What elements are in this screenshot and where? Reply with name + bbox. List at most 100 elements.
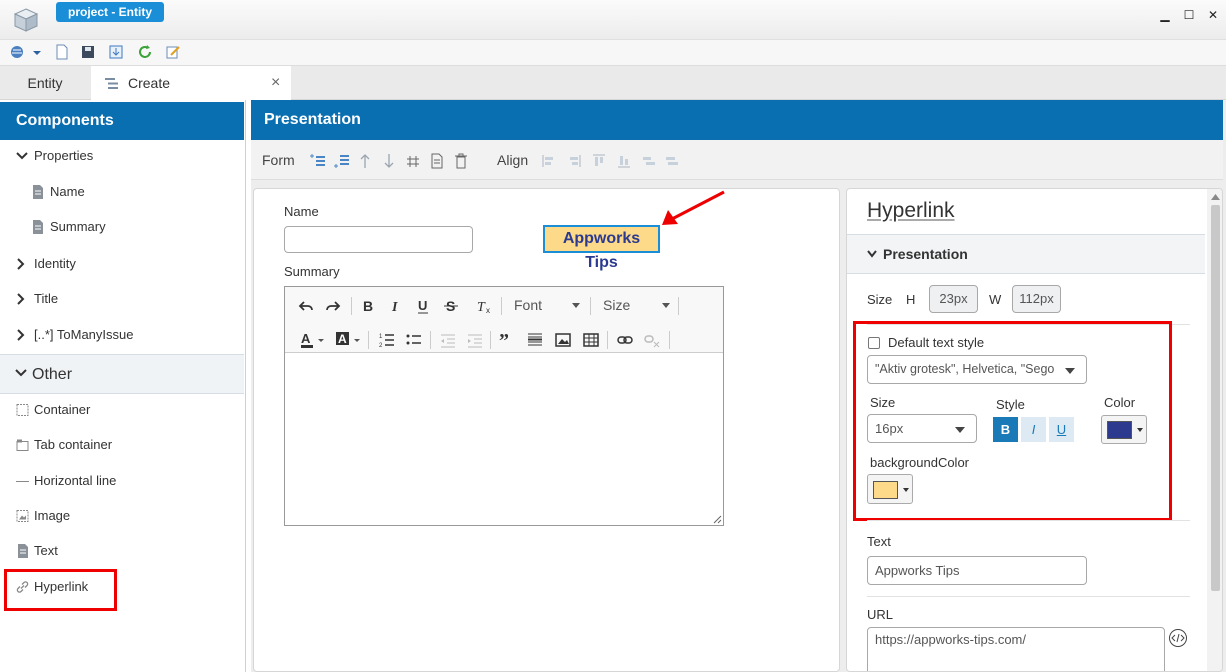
component-image[interactable]: Image (0, 501, 244, 531)
background-color-icon[interactable]: A (335, 331, 363, 349)
width-label: W (989, 292, 1002, 307)
insert-link-icon[interactable] (617, 332, 633, 348)
tab-entity[interactable]: Entity (0, 66, 90, 100)
tab-bar: Entity Create × (0, 66, 1226, 101)
property-item-tomanyissue[interactable]: [..*] ToManyIssue (0, 320, 244, 350)
indent-icon[interactable] (467, 332, 483, 348)
save-icon[interactable] (80, 44, 96, 60)
globe-dropdown-icon[interactable] (10, 44, 26, 60)
main-toolbar (0, 40, 1226, 66)
redo-icon[interactable] (325, 298, 341, 314)
delete-icon[interactable] (454, 153, 468, 169)
align-top-icon[interactable] (592, 153, 606, 169)
svg-text:A: A (338, 332, 347, 346)
components-title: Components (0, 102, 244, 140)
maximize-button[interactable]: ☐ (1180, 6, 1198, 24)
resize-handle-icon[interactable] (713, 515, 722, 524)
underline-icon[interactable]: U (415, 298, 431, 314)
toolbar-separator (351, 297, 352, 315)
undo-icon[interactable] (298, 298, 314, 314)
toolbar-separator (669, 331, 670, 349)
url-input[interactable]: https://appworks-tips.com/ (867, 627, 1165, 671)
export-icon[interactable] (108, 44, 124, 60)
height-input[interactable]: 23px (929, 285, 978, 313)
presentation-section-header[interactable]: Presentation (847, 234, 1205, 274)
move-down-icon[interactable] (382, 153, 396, 169)
svg-text:A: A (301, 331, 311, 346)
align-bottom-icon[interactable] (617, 153, 631, 169)
toolbar-separator (590, 297, 591, 315)
scroll-up-icon[interactable] (1211, 194, 1220, 200)
refresh-icon[interactable] (137, 44, 153, 60)
clear-format-icon[interactable]: Tx (475, 298, 493, 314)
rte-toolbar: B I U S Tx Font Size A A 12 ” (285, 287, 723, 353)
property-item-identity[interactable]: Identity (0, 249, 244, 279)
insert-image-icon[interactable] (555, 332, 571, 348)
component-tab-container[interactable]: Tab container (0, 430, 244, 460)
properties-title: Hyperlink (867, 199, 955, 222)
chevron-right-icon (17, 293, 25, 305)
form-label: Form (262, 152, 295, 168)
align-left-icon[interactable] (542, 153, 556, 169)
align-right-icon[interactable] (567, 153, 581, 169)
component-container[interactable]: Container (0, 395, 244, 425)
blockquote-icon[interactable]: ” (499, 332, 515, 348)
svg-text:2: 2 (379, 343, 383, 348)
width-input[interactable]: 112px (1012, 285, 1061, 313)
hyperlink-preview[interactable]: Appworks Tips (543, 225, 660, 271)
bullet-list-icon[interactable] (406, 332, 422, 348)
chevron-down-icon[interactable] (32, 44, 42, 60)
grid-icon[interactable] (406, 153, 420, 169)
scrollbar-track[interactable] (1207, 189, 1222, 671)
font-dropdown[interactable]: Font (514, 297, 542, 313)
properties-panel: Hyperlink Presentation Size H 23px W 112… (846, 188, 1223, 672)
horizontal-rule-icon[interactable] (527, 332, 543, 348)
insert-table-icon[interactable] (583, 332, 599, 348)
property-item-title[interactable]: Title (0, 284, 244, 314)
component-horizontal-line[interactable]: Horizontal line (0, 466, 244, 496)
add-field-above-icon[interactable] (308, 153, 326, 169)
tab-create[interactable]: Create × (91, 66, 291, 101)
distribute-vertical-icon[interactable] (665, 153, 679, 169)
caret-down-icon (572, 303, 580, 308)
distribute-horizontal-icon[interactable] (642, 153, 656, 169)
numbered-list-icon[interactable]: 12 (379, 332, 395, 348)
presentation-area: Presentation Form Align Name Appworks Ti… (251, 100, 1226, 672)
unlink-icon[interactable] (644, 332, 660, 348)
italic-icon[interactable]: I (387, 298, 403, 314)
property-summary-label: Summary (50, 219, 106, 234)
component-container-label: Container (34, 402, 91, 417)
other-group[interactable]: Other (0, 354, 244, 394)
outdent-icon[interactable] (440, 332, 456, 348)
property-item-summary[interactable]: Summary (0, 212, 244, 242)
size-dropdown[interactable]: Size (603, 297, 630, 313)
close-tab-icon[interactable]: × (271, 66, 280, 100)
summary-rich-text-editor[interactable]: B I U S Tx Font Size A A 12 ” (284, 286, 724, 526)
add-field-below-icon[interactable] (332, 153, 350, 169)
toolbar-separator (501, 297, 502, 315)
caret-down-icon (662, 303, 670, 308)
chevron-down-icon (16, 152, 28, 160)
component-text[interactable]: Text (0, 536, 244, 566)
scrollbar-thumb[interactable] (1211, 205, 1220, 591)
minimize-button[interactable]: ▁ (1156, 6, 1174, 24)
bold-icon[interactable]: B (360, 298, 376, 314)
strikethrough-icon[interactable]: S (443, 298, 459, 314)
svg-text:x: x (486, 306, 490, 314)
text-color-icon[interactable]: A (300, 331, 326, 349)
component-image-label: Image (34, 508, 71, 523)
move-up-icon[interactable] (358, 153, 372, 169)
properties-group[interactable]: Properties (0, 141, 244, 171)
tab-container-icon (16, 439, 29, 451)
code-expression-icon[interactable] (1168, 628, 1188, 648)
new-document-icon[interactable] (54, 44, 70, 60)
close-window-button[interactable]: ✕ (1204, 6, 1222, 24)
edit-icon[interactable] (165, 44, 181, 60)
property-item-name[interactable]: Name (0, 177, 244, 207)
component-horizontal-line-label: Horizontal line (34, 473, 117, 488)
text-input[interactable]: Appworks Tips (867, 556, 1087, 585)
hyperlink-highlight-box (4, 569, 117, 611)
name-field-input[interactable] (284, 226, 473, 253)
properties-document-icon[interactable] (430, 153, 444, 169)
form-canvas: Name Appworks Tips Summary B I U S Tx Fo… (253, 188, 840, 672)
